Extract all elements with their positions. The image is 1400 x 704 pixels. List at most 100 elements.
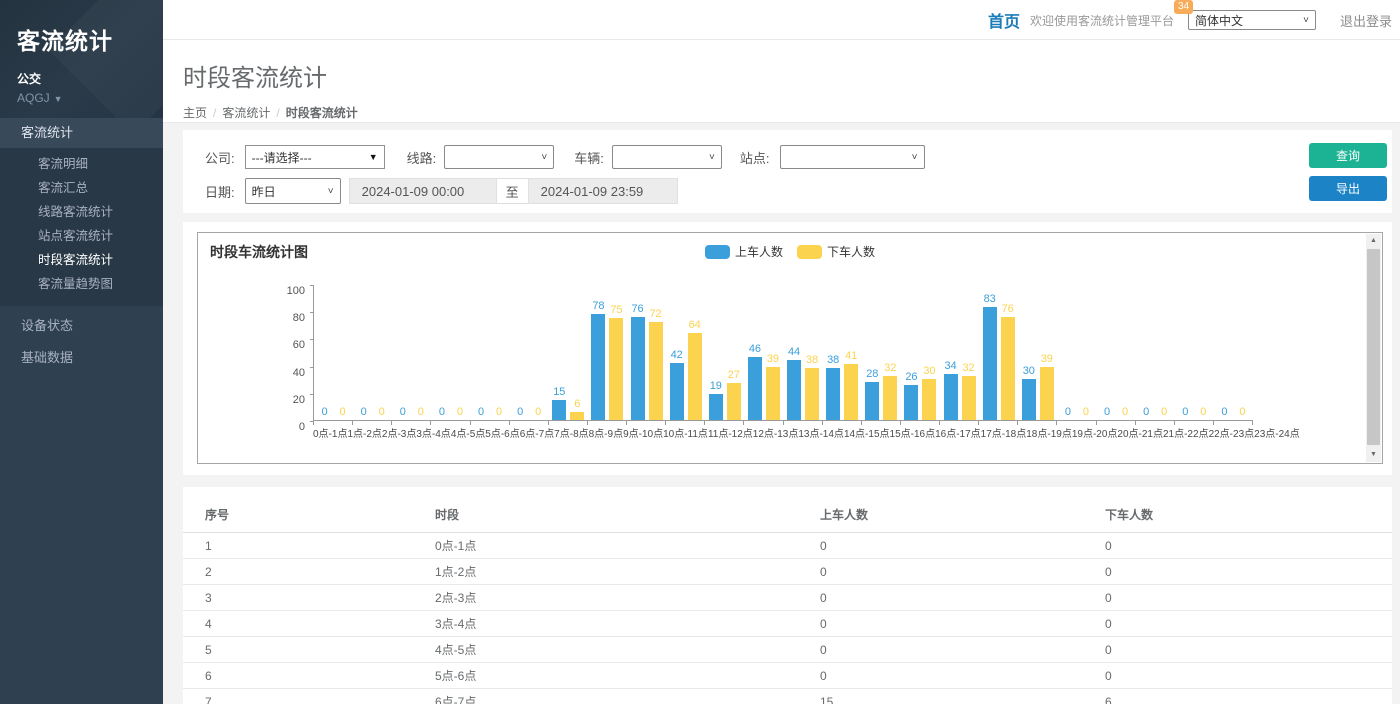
- sidebar-subitem-3[interactable]: 站点客流统计: [0, 224, 163, 248]
- bar: [727, 383, 741, 420]
- export-button[interactable]: 导出: [1309, 176, 1387, 201]
- x-axis-label: 22点-23点: [1209, 425, 1255, 440]
- app-screen: 客流统计 公交 AQGJ▼ 客流统计 客流明细客流汇总线路客流统计站点客流统计时…: [0, 0, 1400, 704]
- sidebar-item-1[interactable]: 基础数据: [0, 342, 163, 374]
- x-axis-label: 6点-7点: [520, 425, 554, 440]
- bar: [787, 360, 801, 420]
- column-header: 时段: [435, 506, 820, 523]
- bar-group: 00: [471, 285, 510, 420]
- x-axis-label: 20点-21点: [1117, 425, 1163, 440]
- sidebar-submenu: 客流明细客流汇总线路客流统计站点客流统计时段客流统计客流量趋势图: [0, 148, 163, 306]
- sidebar-subitem-2[interactable]: 线路客流统计: [0, 200, 163, 224]
- y-axis-tick-label: 0: [299, 421, 314, 433]
- chevron-down-icon: ˅: [328, 186, 334, 197]
- x-axis-label: 11点-12点: [708, 425, 753, 440]
- org-name: 公交: [17, 70, 163, 87]
- station-label: 站点:: [740, 148, 770, 167]
- legend-item[interactable]: 下车人数: [797, 243, 875, 260]
- station-select[interactable]: ˅: [780, 145, 925, 169]
- bar: [904, 385, 918, 420]
- sidebar-subitem-0[interactable]: 客流明细: [0, 152, 163, 176]
- table-cell: 15: [820, 695, 1105, 704]
- sidebar-subitem-4[interactable]: 时段客流统计: [0, 248, 163, 272]
- x-axis-label: 10点-11点: [663, 425, 708, 440]
- sidebar: 客流统计 公交 AQGJ▼ 客流统计 客流明细客流汇总线路客流统计站点客流统计时…: [0, 0, 163, 704]
- line-label: 线路:: [407, 148, 437, 167]
- sidebar-item-0[interactable]: 设备状态: [0, 310, 163, 342]
- bar: [649, 322, 663, 420]
- bar: [570, 412, 584, 420]
- x-axis-label: 14点-15点: [844, 425, 890, 440]
- legend-swatch-icon: [705, 245, 730, 259]
- data-table-panel: 序号时段上车人数下车人数10点-1点0021点-2点0032点-3点0043点-…: [183, 487, 1392, 704]
- home-link[interactable]: 首页: [988, 8, 1020, 32]
- bar-group: 00: [1097, 285, 1136, 420]
- x-axis-label: 1点-2点: [347, 425, 381, 440]
- bar: [805, 368, 819, 420]
- y-axis-tick-label: 60: [293, 339, 314, 351]
- x-axis-label: 17点-18点: [981, 425, 1027, 440]
- legend-item[interactable]: 上车人数: [705, 243, 783, 260]
- bar-group: 00: [1136, 285, 1175, 420]
- x-axis-label: 23点-24点: [1254, 425, 1300, 440]
- chart-container: 时段车流统计图 上车人数下车人数 00000000000015678757672…: [197, 232, 1383, 464]
- company-label: 公司:: [205, 148, 235, 167]
- bar: [670, 363, 684, 420]
- bar-group: 00: [1214, 285, 1253, 420]
- table-cell: 0: [1105, 565, 1392, 579]
- x-axis-label: 4点-5点: [451, 425, 485, 440]
- date-preset-select[interactable]: 昨日˅: [245, 178, 341, 204]
- table-cell: 3: [205, 591, 435, 605]
- bar-group: 00: [1057, 285, 1096, 420]
- breadcrumb-parent[interactable]: 客流统计: [222, 106, 270, 120]
- bar: [1022, 379, 1036, 420]
- bar: [748, 357, 762, 420]
- table-row: 76点-7点156: [183, 689, 1392, 704]
- topbar: 首页 欢迎使用客流统计管理平台 34 简体中文 ˅ 退出登录: [163, 0, 1400, 40]
- chevron-down-icon: ˅: [709, 152, 715, 163]
- bar-group: 00: [1175, 285, 1214, 420]
- line-select[interactable]: ˅: [444, 145, 554, 169]
- company-select[interactable]: ---请选择---▼: [245, 145, 385, 169]
- sidebar-item-passenger-stats[interactable]: 客流统计: [0, 118, 163, 148]
- breadcrumb-home[interactable]: 主页: [183, 106, 207, 120]
- breadcrumb: 主页/客流统计/时段客流统计: [183, 104, 1400, 121]
- vehicle-select[interactable]: ˅: [612, 145, 722, 169]
- scroll-up-icon[interactable]: ▲: [1366, 234, 1381, 248]
- table-cell: 0: [820, 591, 1105, 605]
- x-axis-label: 18点-19点: [1026, 425, 1072, 440]
- date-to-input[interactable]: 2024-01-09 23:59: [528, 178, 678, 204]
- table-cell: 1点-2点: [435, 563, 820, 580]
- bar-group: 00: [353, 285, 392, 420]
- bar-group: 8376: [979, 285, 1018, 420]
- x-axis-label: 7点-8点: [554, 425, 588, 440]
- app-logo: 客流统计: [17, 22, 163, 56]
- bar: [766, 367, 780, 420]
- legend-swatch-icon: [797, 245, 822, 259]
- scroll-down-icon[interactable]: ▼: [1366, 448, 1381, 462]
- query-button[interactable]: 查询: [1309, 143, 1387, 168]
- chevron-down-icon: ˅: [912, 152, 918, 163]
- language-select[interactable]: 简体中文 ˅: [1188, 10, 1316, 30]
- sidebar-subitem-5[interactable]: 客流量趋势图: [0, 272, 163, 296]
- table-cell: 0: [820, 565, 1105, 579]
- table-cell: 0: [820, 539, 1105, 553]
- chevron-down-icon: ˅: [1303, 15, 1309, 26]
- bar-group: 00: [431, 285, 470, 420]
- chevron-down-icon: ˅: [541, 152, 547, 163]
- x-axis-label: 3点-4点: [416, 425, 450, 440]
- chart-vertical-scrollbar[interactable]: ▲ ▼: [1366, 234, 1381, 462]
- breadcrumb-current: 时段客流统计: [286, 106, 358, 120]
- bar: [922, 379, 936, 420]
- x-axis-label: 19点-20点: [1072, 425, 1118, 440]
- scrollbar-thumb[interactable]: [1367, 249, 1380, 445]
- bar: [591, 314, 605, 420]
- date-from-input[interactable]: 2024-01-09 00:00: [349, 178, 497, 204]
- logout-link[interactable]: 退出登录: [1340, 11, 1392, 30]
- caret-down-icon: ▼: [54, 94, 63, 104]
- bar-group: 3039: [1018, 285, 1057, 420]
- sidebar-subitem-1[interactable]: 客流汇总: [0, 176, 163, 200]
- bar-group: 3432: [940, 285, 979, 420]
- x-axis-label: 2点-3点: [382, 425, 416, 440]
- org-code-dropdown[interactable]: AQGJ▼: [17, 91, 163, 105]
